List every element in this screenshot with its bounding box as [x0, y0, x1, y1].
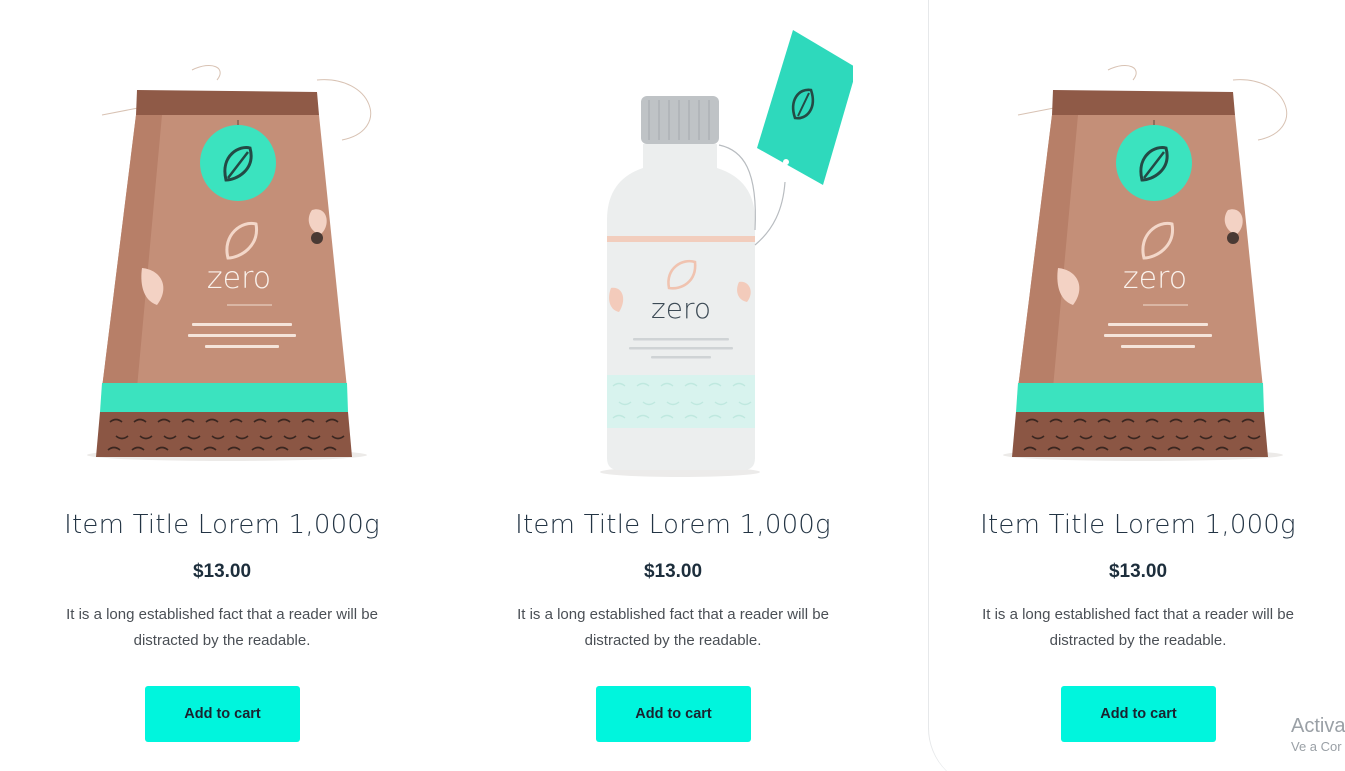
watermark-line2: Ve a Cor: [1291, 739, 1342, 754]
watermark-line1: Activa: [1291, 715, 1345, 737]
svg-text:zero: zero: [1123, 261, 1187, 296]
activation-watermark: Activa Ve a Cor: [1291, 714, 1345, 756]
add-to-cart-button[interactable]: Add to cart: [596, 686, 751, 742]
product-card: zero Item Title Lorem 1,000g $13.00 It i…: [958, 0, 1318, 771]
product-price: $13.00: [192, 561, 252, 582]
product-image-bag[interactable]: zero: [42, 20, 402, 490]
product-image-bag[interactable]: zero: [958, 20, 1318, 490]
product-description: It is a long established fact that a rea…: [982, 606, 1294, 649]
add-to-cart-button[interactable]: Add to cart: [145, 686, 300, 742]
product-description: It is a long established fact that a rea…: [517, 606, 829, 649]
svg-text:zero: zero: [651, 292, 711, 325]
product-price: $13.00: [1108, 561, 1168, 582]
product-title[interactable]: Item Title Lorem 1,000g: [42, 510, 402, 540]
svg-text:zero: zero: [207, 261, 271, 296]
product-image-bottle[interactable]: zero: [493, 20, 853, 490]
add-to-cart-button[interactable]: Add to cart: [1061, 686, 1216, 742]
product-title[interactable]: Item Title Lorem 1,000g: [958, 510, 1318, 540]
product-card: zero Item Title Lorem 1,000g $13.00 It i…: [42, 0, 402, 771]
product-card: zero Item Title Lorem 1,000g $13.00 It i…: [493, 0, 853, 771]
product-price: $13.00: [643, 561, 703, 582]
product-description: It is a long established fact that a rea…: [66, 606, 378, 649]
product-title[interactable]: Item Title Lorem 1,000g: [493, 510, 853, 540]
